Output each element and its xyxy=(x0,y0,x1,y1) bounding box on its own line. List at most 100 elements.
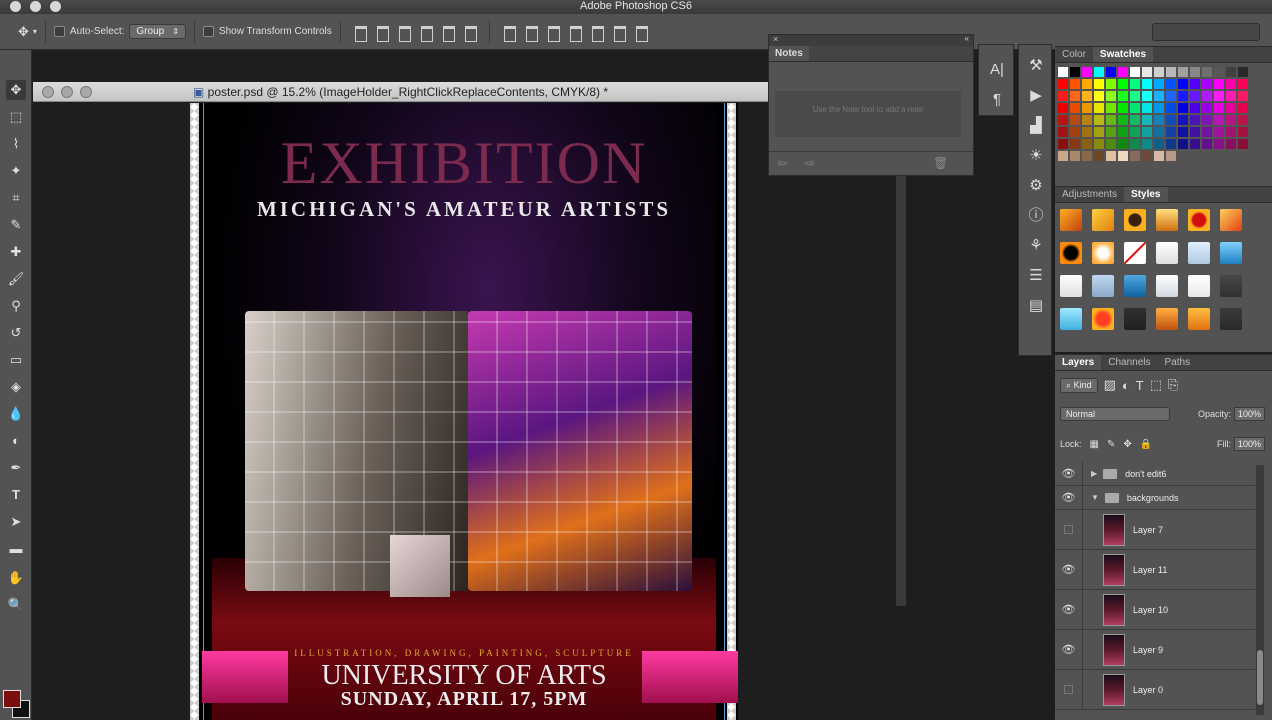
swatch[interactable] xyxy=(1058,90,1068,101)
swatch[interactable] xyxy=(1225,78,1236,89)
blend-mode-dropdown[interactable]: Normal xyxy=(1060,407,1170,421)
swatch[interactable] xyxy=(1189,78,1200,89)
swatch[interactable] xyxy=(1129,150,1140,161)
swatch[interactable] xyxy=(1117,114,1128,125)
marquee-tool-icon[interactable]: ⬚ xyxy=(6,107,26,127)
swatch[interactable] xyxy=(1069,90,1080,101)
swatch[interactable] xyxy=(1129,90,1140,101)
style-preset[interactable] xyxy=(1092,209,1114,231)
histogram-icon[interactable]: ▟ xyxy=(1022,111,1050,141)
swatch[interactable] xyxy=(1105,67,1116,77)
style-preset[interactable] xyxy=(1156,242,1178,264)
tab-color[interactable]: Color xyxy=(1055,47,1093,62)
style-preset[interactable] xyxy=(1188,275,1210,297)
swatch[interactable] xyxy=(1177,102,1188,113)
swatch[interactable] xyxy=(1117,102,1128,113)
swatch[interactable] xyxy=(1129,138,1140,149)
swatch[interactable] xyxy=(1177,138,1188,149)
lock-all-icon[interactable]: 🔒 xyxy=(1140,439,1152,450)
swatch[interactable] xyxy=(1225,114,1236,125)
swatch[interactable] xyxy=(1093,90,1104,101)
swatch[interactable] xyxy=(1081,150,1092,161)
swatch[interactable] xyxy=(1058,126,1068,137)
trash-icon[interactable]: 🗑 xyxy=(933,156,948,170)
foreground-color-swatch[interactable] xyxy=(3,690,21,708)
swatch[interactable] xyxy=(1058,102,1068,113)
dodge-tool-icon[interactable]: ◐ xyxy=(6,431,26,451)
style-preset[interactable] xyxy=(1124,209,1146,231)
eye-icon[interactable]: 👁 xyxy=(1055,590,1083,629)
swatch[interactable] xyxy=(1093,150,1104,161)
swatch[interactable] xyxy=(1153,90,1164,101)
swatch[interactable] xyxy=(1141,78,1152,89)
style-preset[interactable] xyxy=(1156,308,1178,330)
swatch[interactable] xyxy=(1117,138,1128,149)
swatch[interactable] xyxy=(1201,78,1212,89)
eyedropper-tool-icon[interactable]: ✎ xyxy=(6,215,26,235)
swatch[interactable] xyxy=(1081,102,1092,113)
style-preset[interactable] xyxy=(1220,209,1242,231)
swatch[interactable] xyxy=(1129,126,1140,137)
next-note-icon[interactable]: ⇨ xyxy=(805,156,815,170)
swatch[interactable] xyxy=(1081,138,1092,149)
eye-icon[interactable]: 👁 xyxy=(1055,486,1083,509)
align-right-icon[interactable] xyxy=(462,23,478,42)
swatch[interactable] xyxy=(1165,138,1176,149)
swatch[interactable] xyxy=(1153,67,1164,77)
rectangle-tool-icon[interactable]: ▬ xyxy=(6,539,26,559)
swatch[interactable] xyxy=(1165,150,1176,161)
opacity-input[interactable]: 100% xyxy=(1233,407,1265,421)
swatch[interactable] xyxy=(1069,126,1080,137)
brush-tool-icon[interactable]: 🖌 xyxy=(6,269,26,289)
tab-layers[interactable]: Layers xyxy=(1055,355,1102,370)
style-preset[interactable] xyxy=(1060,242,1082,264)
align-horizontal-center-icon[interactable] xyxy=(440,23,456,42)
hand-tool-icon[interactable]: ✋ xyxy=(6,568,26,588)
swatch[interactable] xyxy=(1105,102,1116,113)
show-transform-checkbox[interactable]: Show Transform Controls xyxy=(202,26,332,37)
swatch[interactable] xyxy=(1238,151,1248,161)
swatch[interactable] xyxy=(1213,67,1224,77)
style-preset[interactable] xyxy=(1156,209,1178,231)
swatch[interactable] xyxy=(1237,114,1248,125)
swatch[interactable] xyxy=(1165,114,1176,125)
magic-wand-tool-icon[interactable]: ✦ xyxy=(6,161,26,181)
pen-tool-icon[interactable]: ✒ xyxy=(6,458,26,478)
swatch[interactable] xyxy=(1141,90,1152,101)
layer-row[interactable]: Layer 7 xyxy=(1055,510,1255,550)
swatch[interactable] xyxy=(1189,126,1200,137)
visibility-toggle[interactable] xyxy=(1055,510,1083,549)
distribute-bottom-icon[interactable] xyxy=(545,23,561,42)
crop-tool-icon[interactable]: ⌗ xyxy=(6,188,26,208)
zoom-tool-icon[interactable]: 🔍 xyxy=(6,595,26,615)
swatch[interactable] xyxy=(1153,114,1164,125)
notes-body[interactable]: Use the Note tool to add a note xyxy=(775,91,961,137)
paint-bucket-tool-icon[interactable]: ◈ xyxy=(6,377,26,397)
align-bottom-icon[interactable] xyxy=(396,23,412,42)
close-icon[interactable]: × xyxy=(773,34,778,44)
style-preset[interactable] xyxy=(1124,308,1146,330)
swatch[interactable] xyxy=(1165,90,1176,101)
swatch[interactable] xyxy=(1165,67,1176,77)
swatch[interactable] xyxy=(1225,102,1236,113)
style-preset[interactable] xyxy=(1060,209,1082,231)
swatch[interactable] xyxy=(1093,114,1104,125)
swatch[interactable] xyxy=(1237,126,1248,137)
align-left-icon[interactable] xyxy=(418,23,434,42)
layer-row[interactable]: 👁 Layer 10 xyxy=(1055,590,1255,630)
swatch[interactable] xyxy=(1058,114,1068,125)
swatch[interactable] xyxy=(1081,126,1092,137)
swatch[interactable] xyxy=(1213,126,1224,137)
style-preset[interactable] xyxy=(1220,242,1242,264)
swatch[interactable] xyxy=(1141,138,1152,149)
filter-shape-icon[interactable]: ⬚ xyxy=(1150,377,1162,393)
style-preset[interactable] xyxy=(1188,308,1210,330)
style-preset[interactable] xyxy=(1156,275,1178,297)
swatch[interactable] xyxy=(1201,90,1212,101)
swatch[interactable] xyxy=(1189,67,1200,77)
swatch[interactable] xyxy=(1141,102,1152,113)
swatch[interactable] xyxy=(1237,90,1248,101)
paragraph-panel-icon[interactable]: ¶ xyxy=(983,85,1011,115)
swatch[interactable] xyxy=(1201,67,1212,77)
swatch[interactable] xyxy=(1165,102,1176,113)
